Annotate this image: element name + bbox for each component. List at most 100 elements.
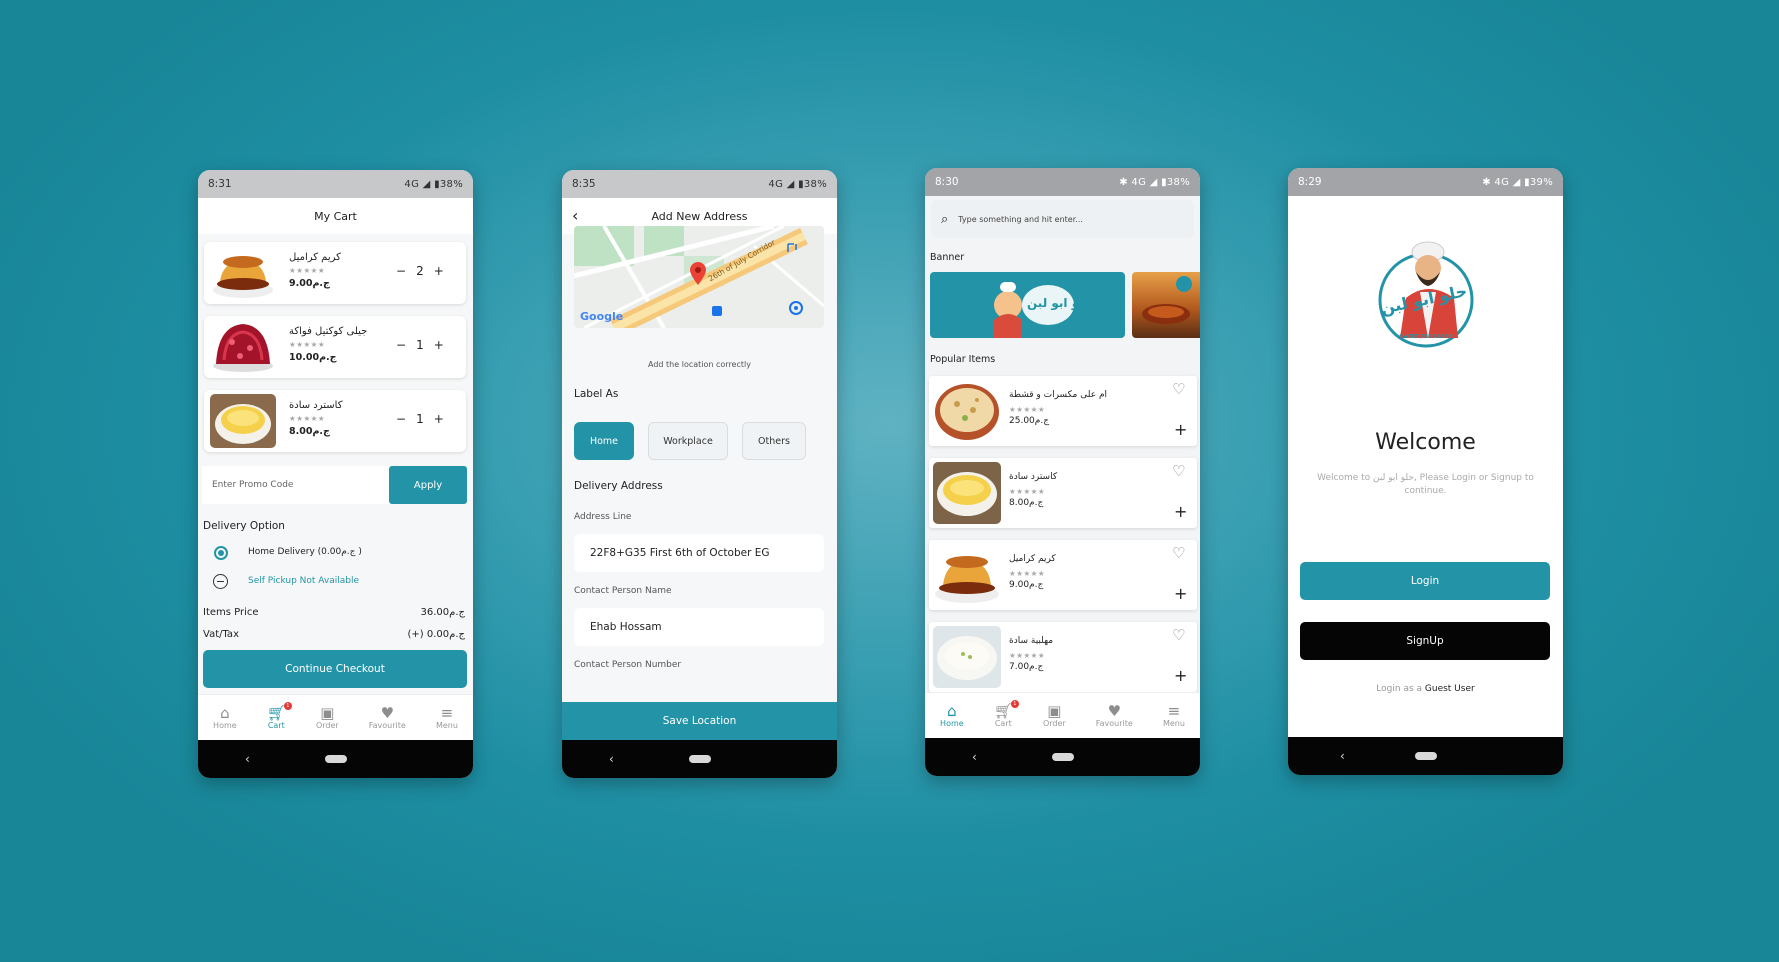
contact-name-field[interactable]: Ehab Hossam [574, 608, 824, 646]
tab-favourite[interactable]: ♥ Favourite [369, 705, 406, 730]
address-screen: 8:35 4G ◢ ▮38% ‹ Add New Address 26th of… [562, 170, 837, 778]
tab-favourite[interactable]: ♥ Favourite [1096, 703, 1133, 728]
promo-code-input[interactable]: Enter Promo Code [202, 466, 392, 504]
home-nav-pill[interactable] [1051, 753, 1074, 761]
search-bar[interactable]: ⌕ Type something and hit enter... [931, 200, 1194, 238]
banner-secondary[interactable] [1132, 272, 1200, 338]
cart-badge: 1 [283, 702, 292, 710]
back-nav-icon[interactable]: ‹ [1340, 749, 1345, 763]
guest-user-link[interactable]: Guest User [1425, 684, 1475, 694]
back-arrow-icon[interactable]: ‹ [572, 206, 578, 225]
rating-stars: ★★★★★ [1009, 569, 1046, 578]
map-view[interactable]: 26th of July Corridor Google [574, 226, 824, 328]
heart-icon: ♥ [1107, 702, 1122, 720]
back-nav-icon[interactable]: ‹ [245, 752, 250, 766]
add-to-cart-button[interactable]: + [1174, 422, 1187, 438]
bag-icon: ▣ [1047, 702, 1062, 720]
tab-order[interactable]: ▣ Order [316, 705, 339, 730]
menu-icon: ≡ [440, 704, 454, 722]
home-nav-pill[interactable] [688, 755, 711, 763]
self-pickup-label: Self Pickup Not Available [248, 576, 360, 586]
tab-cart[interactable]: 🛒︎ 1 Cart [993, 700, 1019, 728]
tab-home[interactable]: ⌂ Home [940, 703, 964, 728]
product-image [933, 544, 1001, 606]
product-name: كاسترد سادة [1009, 472, 1058, 482]
product-card[interactable]: ام على مكسرات و قشطة ★★★★★ 25.00ج.م ♡ + [929, 376, 1197, 446]
chip-home[interactable]: Home [574, 422, 634, 460]
status-time: 8:30 [935, 176, 959, 188]
items-price-label: Items Price [203, 607, 259, 618]
status-signal: 4G ◢ ▮38% [768, 178, 827, 190]
bag-icon: ▣ [320, 704, 335, 722]
add-to-cart-button[interactable]: + [1174, 668, 1187, 684]
add-to-cart-button[interactable]: + [1174, 586, 1187, 602]
home-nav-pill[interactable] [324, 755, 347, 763]
minus-icon[interactable]: − [396, 338, 406, 352]
address-line-field[interactable]: 22F8+G35 First 6th of October EG [574, 534, 824, 572]
home-delivery-radio[interactable] [214, 546, 228, 560]
cart-screen: 8:31 4G ◢ ▮38% My Cart كريم كراميل ★★★★★… [198, 170, 473, 778]
welcome-subtitle: Welcome to حلو ابو لبن, Please Login or … [1317, 473, 1534, 496]
favourite-heart-icon[interactable]: ♡ [1172, 544, 1185, 562]
back-nav-icon[interactable]: ‹ [972, 750, 977, 764]
favourite-heart-icon[interactable]: ♡ [1172, 626, 1185, 644]
plus-icon[interactable]: + [434, 412, 444, 426]
product-name: جيلى كوكتيل فواكة [289, 326, 368, 337]
product-card[interactable]: مهلبية سادة ★★★★★ 7.00ج.م ♡ + [929, 622, 1197, 692]
chip-workplace[interactable]: Workplace [648, 422, 728, 460]
banner-label: Banner [930, 252, 965, 263]
save-location-button[interactable]: Save Location [562, 702, 837, 740]
plus-icon[interactable]: + [434, 338, 444, 352]
quantity-stepper[interactable]: − 2 + [396, 264, 444, 278]
promo-placeholder: Enter Promo Code [212, 480, 294, 490]
rating-stars: ★★★★★ [289, 340, 326, 349]
login-button[interactable]: Login [1300, 562, 1550, 600]
cart-item[interactable]: جيلى كوكتيل فواكة ★★★★★ 10.00ج.م − 1 + [204, 316, 466, 378]
delivery-address-title: Delivery Address [574, 480, 663, 492]
back-nav-icon[interactable]: ‹ [609, 752, 614, 766]
continue-checkout-button[interactable]: Continue Checkout [203, 650, 467, 688]
signup-button[interactable]: SignUp [1300, 622, 1550, 660]
apply-button[interactable]: Apply [389, 466, 467, 504]
quantity-stepper[interactable]: − 1 + [396, 412, 444, 426]
brand-logo: حلو ابو لبن SWEET ABU LABAN [1376, 238, 1476, 348]
product-image [933, 626, 1001, 688]
status-signal: 4G ◢ ▮38% [404, 178, 463, 190]
guest-login[interactable]: Login as a Guest User [1288, 684, 1563, 694]
chip-others[interactable]: Others [742, 422, 806, 460]
system-nav-bar: ‹ [198, 740, 473, 778]
system-nav-bar: ‹ [925, 738, 1200, 776]
cart-appbar: My Cart [198, 198, 473, 234]
search-placeholder: Type something and hit enter... [958, 214, 1083, 224]
status-bar: 8:31 4G ◢ ▮38% [198, 170, 473, 198]
tab-cart[interactable]: 🛒︎ 1 Cart [267, 702, 292, 730]
items-price-value: 36.00ج.م [420, 607, 465, 618]
cart-item[interactable]: كاسترد سادة ★★★★★ 8.00ج.م − 1 + [204, 390, 466, 452]
minus-icon[interactable]: − [396, 264, 406, 278]
quantity-stepper[interactable]: − 1 + [396, 338, 444, 352]
tab-menu[interactable]: ≡ Menu [436, 705, 458, 730]
vat-label: Vat/Tax [203, 629, 239, 640]
favourite-heart-icon[interactable]: ♡ [1172, 380, 1185, 398]
product-price: 7.00ج.م [1009, 662, 1044, 672]
cart-item[interactable]: كريم كراميل ★★★★★ 9.00ج.م − 2 + [204, 242, 466, 304]
home-icon: ⌂ [947, 702, 957, 720]
banner-main[interactable]: حلو ابو لبن [930, 272, 1125, 338]
contact-name-value: Ehab Hossam [590, 621, 662, 633]
minus-icon[interactable]: − [396, 412, 406, 426]
favourite-heart-icon[interactable]: ♡ [1172, 462, 1185, 480]
bottom-tab-bar: ⌂ Home 🛒︎ 1 Cart ▣ Order ♥ Favourite ≡ Menu [925, 692, 1200, 738]
product-name: ام على مكسرات و قشطة [1009, 390, 1108, 400]
status-signal: ✱ 4G ◢ ▮39% [1482, 176, 1553, 188]
tab-menu[interactable]: ≡ Menu [1163, 703, 1185, 728]
plus-icon[interactable]: + [434, 264, 444, 278]
product-card[interactable]: كريم كراميل ★★★★★ 9.00ج.م ♡ + [929, 540, 1197, 610]
unavailable-icon [213, 574, 228, 589]
tab-home[interactable]: ⌂ Home [213, 705, 237, 730]
add-to-cart-button[interactable]: + [1174, 504, 1187, 520]
home-nav-pill[interactable] [1414, 752, 1437, 760]
product-card[interactable]: كاسترد سادة ★★★★★ 8.00ج.م ♡ + [929, 458, 1197, 528]
cart-icon: 🛒︎ [993, 702, 1013, 720]
tab-order[interactable]: ▣ Order [1043, 703, 1066, 728]
logo-sub-text: SWEET ABU LABAN [1399, 334, 1453, 340]
